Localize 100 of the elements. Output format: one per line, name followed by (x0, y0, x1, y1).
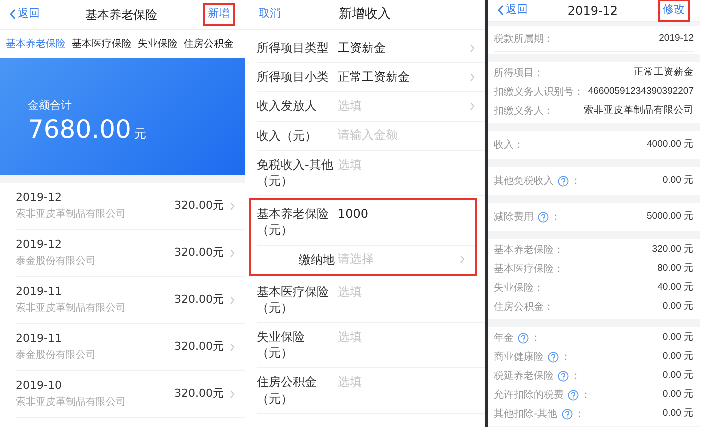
input-field[interactable]: 选填 (335, 284, 475, 300)
record-company: 索非亚皮革制品有限公司 (16, 208, 126, 222)
currency-unit: 元 (134, 126, 146, 142)
input-field[interactable]: 选填 (335, 329, 475, 346)
record-amount: 320.00元 (174, 292, 224, 308)
chevron-icon (230, 296, 235, 304)
input-field[interactable]: 请输入金额 (335, 128, 475, 144)
label-colon: ： (534, 67, 544, 81)
label-colon: ： (544, 33, 554, 47)
summary-label: 金额合计 (28, 98, 73, 114)
detail-label: 其他扣除-其他 (494, 408, 558, 422)
record-date: 2019-12 (16, 237, 63, 254)
help-icon[interactable] (548, 352, 559, 363)
record-company: 泰金股份有限公司 (16, 348, 96, 363)
field-label: 所得项目类型 (257, 40, 330, 56)
screen-title: 新增收入 (339, 6, 391, 24)
detail-label: 基本养老保险 (494, 244, 554, 258)
detail-label: 税延养老保险 (494, 370, 554, 384)
record-company: 索非亚皮革制品有限公司 (16, 302, 126, 316)
detail-label: 所得项目 (494, 66, 534, 81)
record-date: 2019-12 (16, 190, 63, 206)
chevron-icon (230, 202, 235, 210)
summary-amount: 7680.00 (28, 114, 132, 144)
record-date: 2019-11 (16, 284, 63, 300)
back-chevron-icon[interactable] (10, 9, 16, 20)
category-tab[interactable]: 基本养老保险 (6, 36, 66, 52)
detail-value: 46600591234390392207 (588, 85, 694, 100)
help-icon[interactable] (558, 176, 569, 186)
input-field[interactable]: 选填 (335, 156, 475, 173)
detail-label: 税款所属期 (494, 32, 544, 47)
picker-field[interactable]: 请选择 (335, 252, 460, 268)
detail-label: 住房公积金 (494, 300, 544, 315)
detail-value: 正常工资薪金 (634, 66, 694, 80)
help-icon[interactable] (558, 371, 569, 382)
field-label: 收入发放人 (257, 98, 318, 115)
label-colon: ： (581, 389, 591, 403)
label-colon: ： (574, 86, 584, 100)
record-amount: 320.00元 (174, 386, 224, 402)
detail-value: 2019-12 (659, 32, 694, 46)
field-label: 基本养老保险（元） (257, 206, 330, 238)
detail-value: 40.00 元 (658, 281, 694, 296)
cancel-button[interactable]: 取消 (255, 4, 285, 25)
label-colon: ： (531, 332, 541, 346)
detail-label: 失业保险 (494, 282, 534, 296)
field-label: 失业保险（元） (257, 329, 306, 362)
detail-label: 其他免税收入 (494, 174, 554, 188)
picker-field[interactable]: 选填 (335, 98, 470, 114)
detail-value: 0.00 元 (662, 407, 694, 422)
field-label: 基本医疗保险（元） (257, 284, 330, 316)
category-tab[interactable]: 住房公积金 (184, 36, 234, 52)
record-amount: 320.00元 (174, 244, 224, 261)
back-button[interactable]: 返回 (498, 2, 528, 19)
field-label: 缴纳地 (298, 252, 335, 268)
label-colon: ： (534, 282, 544, 296)
detail-label: 基本医疗保险 (494, 262, 554, 277)
detail-label: 收入 (494, 138, 514, 152)
detail-value: 320.00 元 (652, 243, 694, 258)
record-date: 2019-10 (16, 378, 63, 394)
detail-label: 允许扣除的税费 (494, 388, 564, 403)
label-colon: ： (571, 174, 581, 188)
label-colon: ： (544, 301, 554, 315)
picker-field[interactable]: 正常工资薪金 (335, 69, 470, 86)
category-tab[interactable]: 失业保险 (138, 36, 178, 52)
category-tab[interactable]: 基本医疗保险 (72, 36, 132, 52)
record-amount: 320.00元 (174, 338, 224, 355)
detail-label: 年金 (494, 332, 514, 346)
record-date: 2019-11 (16, 331, 63, 348)
detail-label: 商业健康险 (494, 350, 544, 365)
field-label: 住房公积金（元） (257, 374, 318, 407)
help-icon[interactable] (538, 212, 549, 222)
field-label: 收入（元） (257, 128, 318, 144)
label-colon: ： (571, 370, 581, 384)
detail-value: 0.00 元 (662, 174, 694, 188)
detail-label: 扣缴义务人识别号 (494, 86, 574, 100)
record-company: 索非亚皮革制品有限公司 (16, 396, 126, 410)
record-company: 泰金股份有限公司 (16, 254, 96, 269)
label-colon: ： (551, 210, 561, 224)
field-label: 所得项目小类 (257, 69, 330, 86)
header-action-button[interactable]: 修改 (658, 0, 690, 22)
picker-field[interactable]: 工资薪金 (335, 40, 470, 56)
screen-title: 基本养老保险 (86, 6, 158, 24)
back-button[interactable]: 返回 (10, 6, 40, 23)
field-label: 免税收入-其他（元） (257, 156, 334, 190)
help-icon[interactable] (562, 409, 573, 420)
detail-value: 0.00 元 (662, 331, 694, 346)
label-colon: ： (544, 105, 554, 119)
detail-value: 0.00 元 (662, 350, 694, 364)
help-icon[interactable] (518, 333, 529, 344)
input-field[interactable]: 选填 (335, 374, 475, 390)
detail-value: 80.00 元 (658, 262, 694, 276)
back-chevron-icon[interactable] (498, 5, 504, 16)
chevron-icon (230, 248, 235, 258)
header-action-button[interactable]: 新增 (203, 3, 235, 26)
detail-value: 0.00 元 (662, 388, 694, 402)
input-field[interactable]: 1000 (335, 206, 465, 222)
detail-value: 4000.00 元 (647, 138, 694, 152)
help-icon[interactable] (568, 390, 579, 401)
detail-label: 减除费用 (494, 210, 534, 224)
detail-label: 扣缴义务人 (494, 104, 544, 119)
label-colon: ： (554, 263, 564, 277)
